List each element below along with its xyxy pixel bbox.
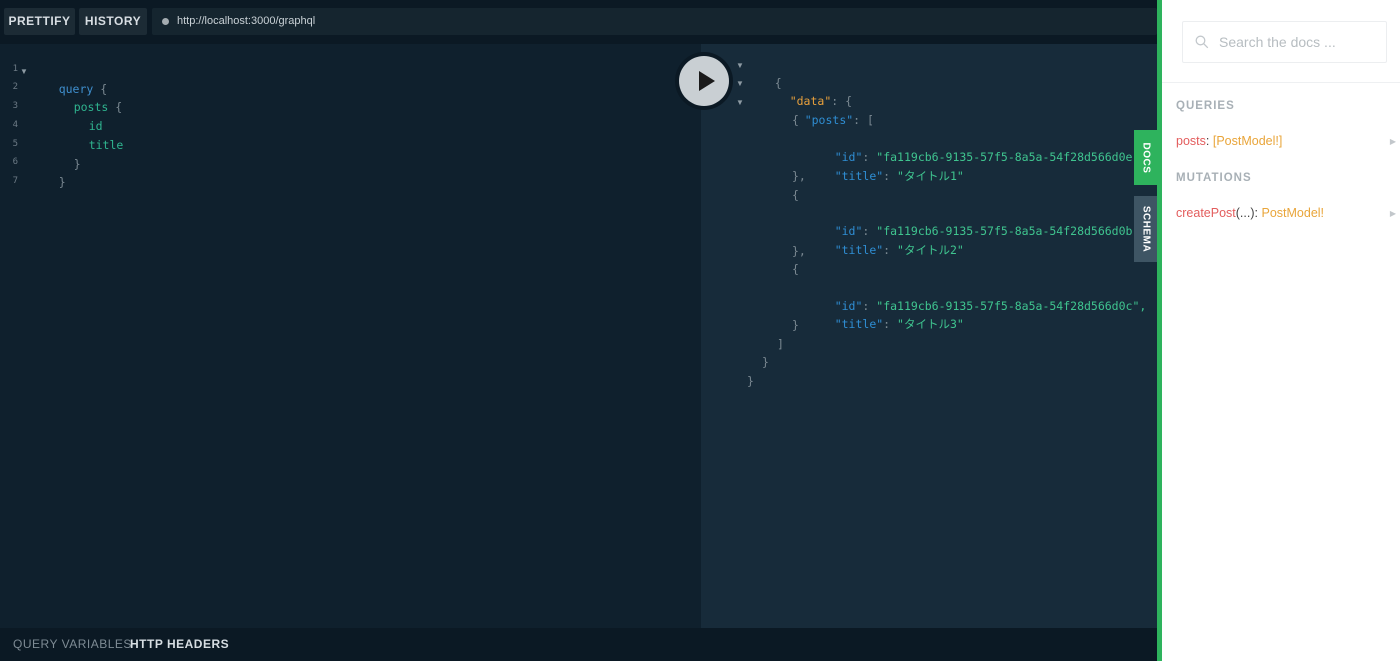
field-name[interactable]: posts — [1176, 134, 1206, 148]
code-line: id — [61, 99, 103, 133]
tab-query-variables[interactable]: QUERY VARIABLES — [13, 628, 132, 661]
code-line: posts { — [46, 80, 123, 114]
mutation-field-createpost[interactable]: createPost(...): PostModel! ▶ — [1176, 206, 1396, 224]
json-line: }, — [792, 242, 806, 260]
fold-arrow-icon[interactable]: ▼ — [20, 67, 28, 76]
brace: } — [58, 175, 66, 189]
brace: { — [792, 262, 799, 276]
code-line: title — [61, 118, 124, 152]
mutations-heading: MUTATIONS — [1176, 172, 1252, 184]
fold-arrow-icon[interactable]: ▼ — [736, 79, 744, 88]
brace: { — [792, 188, 799, 202]
brace: } — [747, 374, 754, 388]
history-button[interactable]: HISTORY — [79, 8, 147, 35]
brace: } — [792, 318, 799, 332]
tab-docs[interactable]: DOCS — [1134, 130, 1158, 185]
bracket: ] — [777, 337, 784, 351]
result-viewer: ▼ ▼ ▼ { "data": { "posts": [ { "id": "fa… — [701, 44, 1157, 628]
chevron-right-icon: ▶ — [1389, 209, 1396, 218]
colon: : — [883, 317, 891, 331]
json-line: "id": "fa119cb6-9135-57f5-8a5a-54f28d566… — [807, 204, 1140, 238]
field-name[interactable]: createPost — [1176, 206, 1236, 220]
execute-query-button[interactable] — [679, 56, 729, 106]
json-line: { — [792, 186, 799, 204]
json-line: "data": { — [762, 74, 852, 108]
line-number: 2 — [12, 82, 18, 92]
brace: { — [792, 113, 799, 127]
json-line: "title": "タイトル3" — [807, 297, 964, 331]
code-line: } — [31, 155, 66, 189]
tab-http-headers[interactable]: HTTP HEADERS — [130, 628, 229, 661]
fold-arrow-icon[interactable]: ▼ — [736, 61, 744, 70]
json-value-title: "タイトル2" — [897, 243, 964, 257]
json-value-title: "タイトル3" — [897, 317, 964, 331]
divider — [1162, 82, 1400, 83]
json-line: } — [792, 316, 799, 334]
field-title: title — [88, 138, 124, 152]
line-number: 5 — [12, 139, 18, 149]
bracket: [ — [867, 113, 874, 127]
query-editor[interactable]: 1 2 3 4 5 6 7 ▼ query { posts { id title… — [0, 44, 701, 628]
json-line: { — [747, 56, 782, 90]
colon: : — [1205, 134, 1210, 148]
query-field-posts[interactable]: posts: [PostModel!] ▶ — [1176, 134, 1396, 152]
docs-panel: QUERIES posts: [PostModel!] ▶ MUTATIONS … — [1162, 0, 1400, 661]
json-line: "id": "fa119cb6-9135-57f5-8a5a-54f28d566… — [807, 279, 1147, 313]
json-key-title: "title" — [834, 317, 884, 331]
field-type[interactable]: [PostModel!] — [1213, 134, 1282, 148]
play-icon — [699, 71, 715, 91]
brace: }, — [792, 244, 806, 258]
code-line: query { — [31, 62, 108, 96]
line-number: 3 — [12, 101, 18, 111]
field-args: (...) — [1235, 206, 1255, 220]
line-number: 4 — [12, 120, 18, 130]
code-line: } — [46, 137, 81, 171]
chevron-right-icon: ▶ — [1389, 137, 1396, 146]
colon: : — [853, 113, 861, 127]
fold-arrow-icon[interactable]: ▼ — [736, 98, 744, 107]
json-line: } — [747, 372, 754, 390]
tab-docs-label: DOCS — [1140, 142, 1152, 173]
docs-search-box — [1182, 21, 1387, 63]
queries-heading: QUERIES — [1176, 100, 1235, 112]
tab-schema[interactable]: SCHEMA — [1134, 196, 1158, 262]
search-icon — [1195, 35, 1209, 49]
brace: { — [115, 100, 123, 114]
line-number: 1 — [12, 64, 18, 74]
brace: } — [73, 157, 81, 171]
json-key-title: "title" — [834, 169, 884, 183]
json-key-title: "title" — [834, 243, 884, 257]
docs-search-input[interactable] — [1219, 30, 1379, 54]
json-value-title: "タイトル1" — [897, 169, 964, 183]
json-line: }, — [792, 167, 806, 185]
bottom-panel-tabs: QUERY VARIABLES HTTP HEADERS — [0, 628, 1157, 661]
prettify-button[interactable]: PRETTIFY — [4, 8, 75, 35]
colon: : — [883, 243, 891, 257]
json-line: ] — [777, 335, 784, 353]
json-line: { — [792, 111, 799, 129]
colon: : — [1254, 206, 1258, 220]
field-type[interactable]: PostModel! — [1261, 206, 1324, 220]
json-line: { — [792, 260, 799, 278]
status-dot-icon — [162, 18, 169, 25]
json-line: "posts": [ — [777, 93, 874, 127]
json-line: "title": "タイトル2" — [807, 223, 964, 257]
json-line: } — [762, 353, 769, 371]
line-number: 6 — [12, 157, 18, 167]
json-line: "title": "タイトル1" — [807, 149, 964, 183]
line-number: 7 — [12, 176, 18, 186]
toolbar: PRETTIFY HISTORY http://localhost:3000/g… — [0, 0, 1157, 44]
json-key-posts: "posts" — [804, 113, 854, 127]
endpoint-url-bar[interactable]: http://localhost:3000/graphql — [152, 8, 1157, 35]
brace: }, — [792, 169, 806, 183]
brace: } — [762, 355, 769, 369]
execute-button-wrapper — [675, 52, 733, 110]
colon: : — [883, 169, 891, 183]
json-line: "id": "fa119cb6-9135-57f5-8a5a-54f28d566… — [807, 130, 1140, 164]
endpoint-url[interactable]: http://localhost:3000/graphql — [177, 8, 315, 35]
tab-schema-label: SCHEMA — [1140, 205, 1152, 253]
